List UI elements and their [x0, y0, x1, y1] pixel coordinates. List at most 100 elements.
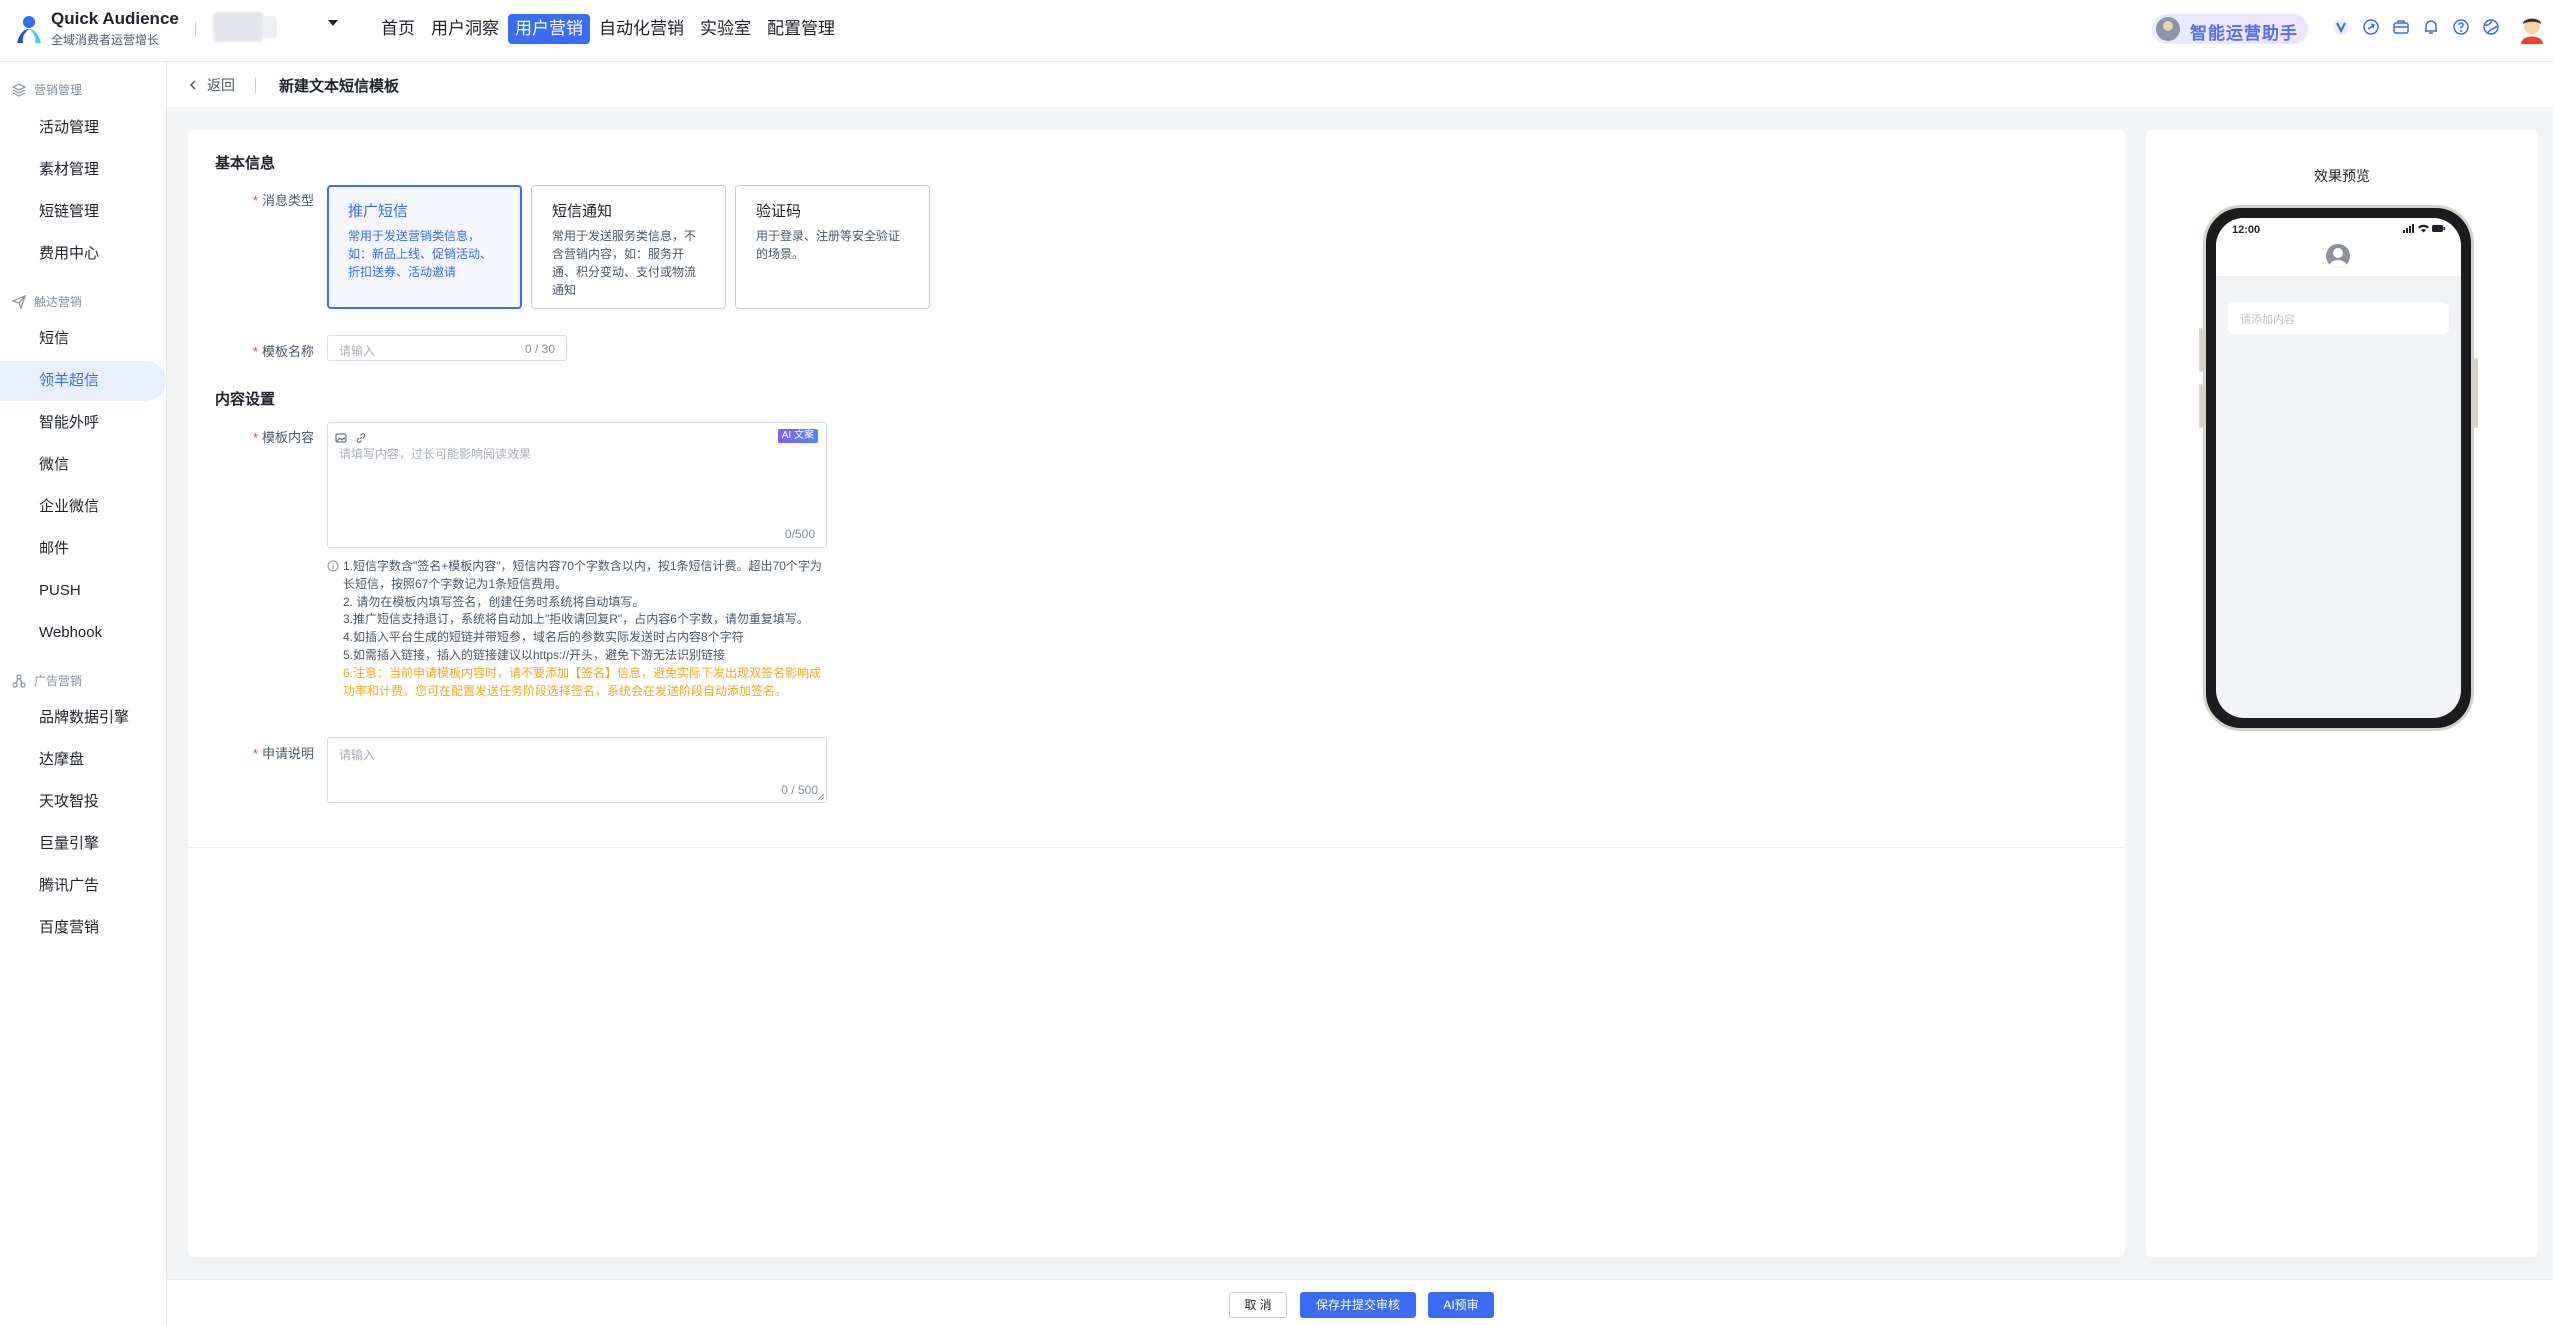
breadcrumb-divider: [255, 77, 256, 93]
msg-type-title: 短信通知: [552, 203, 613, 220]
sidebar-item-brand-data-engine[interactable]: 品牌数据引擎: [0, 698, 166, 738]
link-insert-icon[interactable]: [355, 432, 367, 444]
msg-type-promo-card[interactable]: 推广短信 常用于发送营销类信息，如：新品上线、促销活动、折扣送券、活动邀请: [327, 185, 522, 309]
sidebar-item-wecom[interactable]: 企业微信: [0, 487, 166, 527]
user-avatar[interactable]: [2518, 14, 2546, 44]
phone-screen: 12:00 请添加内容: [2216, 218, 2461, 718]
share-icon[interactable]: [2362, 18, 2380, 36]
bell-icon[interactable]: [2422, 18, 2440, 36]
sidebar-item-ocean-engine[interactable]: 巨量引擎: [0, 824, 166, 864]
resize-handle-icon[interactable]: [817, 793, 825, 801]
nav-automation-marketing[interactable]: 自动化营销: [592, 14, 691, 44]
apply-note-count: 0 / 500: [781, 783, 818, 797]
sidebar-item-tiangong[interactable]: 天攻智投: [0, 782, 166, 822]
template-name-placeholder: 请输入: [339, 344, 376, 358]
send-icon: [12, 294, 26, 309]
ai-review-button[interactable]: AI预审: [1428, 1292, 1494, 1318]
v-badge-icon[interactable]: [2332, 18, 2350, 36]
msg-type-desc: 常用于发送服务类信息，不含营销内容，如：服务开通、积分变动、支付或物流通知: [552, 229, 697, 297]
image-insert-icon[interactable]: [335, 432, 347, 444]
template-form-card: 基本信息 * 消息类型 推广短信 常用于发送营销类信息，如：新品上线、促销活动、折…: [188, 130, 2125, 1257]
quick-audience-logo-icon: [17, 16, 41, 43]
sidebar-item-shortlink[interactable]: 短链管理: [0, 192, 166, 232]
msg-type-title: 验证码: [756, 203, 802, 220]
sidebar-item-smart-call[interactable]: 智能外呼: [0, 403, 166, 443]
preview-card: 效果预览 12:00 请添加内容: [2146, 130, 2538, 1257]
smart-assistant-button[interactable]: 智能运营助手: [2152, 14, 2308, 44]
sidebar-item-push[interactable]: PUSH: [0, 571, 166, 611]
sidebar-item-sms[interactable]: 短信: [0, 319, 166, 359]
nav-home[interactable]: 首页: [374, 14, 422, 44]
template-name-input[interactable]: 请输入 0 / 30: [327, 335, 567, 361]
signal-icon: [2403, 224, 2414, 233]
top-icon-group: [2332, 18, 2500, 36]
preview-title: 效果预览: [2314, 168, 2370, 184]
app-subtitle: 全域消费者运营增长: [51, 33, 160, 47]
help-icon[interactable]: [2452, 18, 2470, 36]
cancel-button[interactable]: 取 消: [1229, 1292, 1287, 1318]
chevron-left-icon: [189, 80, 196, 90]
sidebar-item-super-sms[interactable]: 领羊超信: [0, 361, 166, 401]
nav-user-marketing[interactable]: 用户营销: [508, 14, 590, 44]
app-title: Quick Audience: [51, 9, 179, 28]
template-content-count: 0/500: [784, 527, 815, 541]
note-line: 3.推广短信支持退订，系统将自动加上"拒收请回复R"，占内容6个字数，请勿重复填…: [343, 612, 809, 627]
sidebar-group-reach-marketing: 触达营销: [12, 293, 82, 310]
note-line: 长短信，按照67个字数记为1条短信费用。: [343, 576, 568, 591]
template-notes: 1.短信字数含"签名+模板内容"，短信内容70个字数含以内，按1条短信计费。超出…: [327, 558, 847, 700]
workspace-caret-down-icon[interactable]: [328, 20, 338, 26]
assistant-label: 智能运营助手: [2190, 24, 2298, 43]
phone-status-bar: 12:00: [2216, 218, 2461, 276]
sidebar-group-label: 触达营销: [34, 295, 83, 309]
breadcrumb: 返回 新建文本短信模板: [167, 62, 2553, 108]
template-content-label: * 模板内容: [252, 430, 314, 445]
main-nav: 首页 用户洞察 用户营销 自动化营销 实验室 配置管理: [374, 14, 844, 44]
phone-side-button: [2474, 358, 2478, 428]
globe-icon[interactable]: [2482, 18, 2500, 36]
bubble-placeholder: 请添加内容: [2240, 314, 2295, 326]
sidebar-item-billing[interactable]: 费用中心: [0, 234, 166, 274]
save-submit-button[interactable]: 保存并提交审核: [1300, 1292, 1416, 1318]
template-content-textarea[interactable]: AI 文案 请填写内容，过长可能影响阅读效果 0/500: [327, 422, 827, 548]
message-bubble: 请添加内容: [2228, 302, 2449, 334]
sidebar-item-damopan[interactable]: 达摩盘: [0, 740, 166, 780]
sidebar-item-baidu-marketing[interactable]: 百度营销: [0, 908, 166, 948]
phone-side-button: [2199, 384, 2203, 428]
workspace-selector-tail: [263, 16, 277, 38]
form-divider: [188, 847, 2125, 848]
sidebar-item-wechat[interactable]: 微信: [0, 445, 166, 485]
nav-user-insight[interactable]: 用户洞察: [424, 14, 506, 44]
apply-note-textarea[interactable]: 请输入 0 / 500: [327, 737, 827, 803]
back-label: 返回: [207, 77, 235, 93]
phone-time: 12:00: [2232, 224, 2261, 236]
warning-line: 功率和计费。您可在配置发送任务阶段选择签名，系统会在发送阶段自动添加签名。: [343, 683, 788, 698]
sidebar-group-label: 营销管理: [34, 83, 83, 97]
workspace-selector[interactable]: [213, 12, 263, 42]
assistant-avatar: [2156, 17, 2180, 41]
sidebar-group-marketing-mgmt: 营销管理: [12, 81, 82, 98]
footer-action-bar: 取 消 保存并提交审核 AI预审: [167, 1279, 2553, 1325]
nav-config[interactable]: 配置管理: [760, 14, 842, 44]
sidebar-item-tencent-ads[interactable]: 腾讯广告: [0, 866, 166, 906]
back-button[interactable]: 返回: [187, 75, 235, 95]
logo-divider: [195, 22, 196, 37]
ai-copywriting-badge[interactable]: AI 文案: [777, 429, 818, 443]
sidebar-item-email[interactable]: 邮件: [0, 529, 166, 569]
info-icon: [327, 560, 339, 572]
section-title-content: 内容设置: [215, 391, 276, 408]
sidebar-item-activity[interactable]: 活动管理: [0, 108, 166, 148]
template-name-label: * 模板名称: [252, 344, 314, 359]
note-line: 4.如插入平台生成的短链并带短参，域名后的参数实际发送时占内容8个字符: [343, 630, 744, 645]
msg-type-notice-card[interactable]: 短信通知 常用于发送服务类信息，不含营销内容，如：服务开通、积分变动、支付或物流…: [531, 185, 726, 309]
sidebar-item-webhook[interactable]: Webhook: [0, 613, 166, 653]
briefcase-icon[interactable]: [2392, 18, 2410, 36]
apply-note-label: * 申请说明: [252, 746, 314, 761]
msg-type-verify-code-card[interactable]: 验证码 用于登录、注册等安全验证的场景。: [735, 185, 930, 309]
nav-lab[interactable]: 实验室: [693, 14, 758, 44]
layers-icon: [12, 82, 26, 97]
msg-type-desc: 常用于发送营销类信息，如：新品上线、促销活动、折扣送券、活动邀请: [348, 229, 493, 279]
sidebar-item-material[interactable]: 素材管理: [0, 150, 166, 190]
note-line: 1.短信字数含"签名+模板内容"，短信内容70个字数含以内，按1条短信计费。超出…: [343, 559, 822, 573]
phone-side-button: [2199, 328, 2203, 372]
battery-icon: [2432, 225, 2445, 232]
